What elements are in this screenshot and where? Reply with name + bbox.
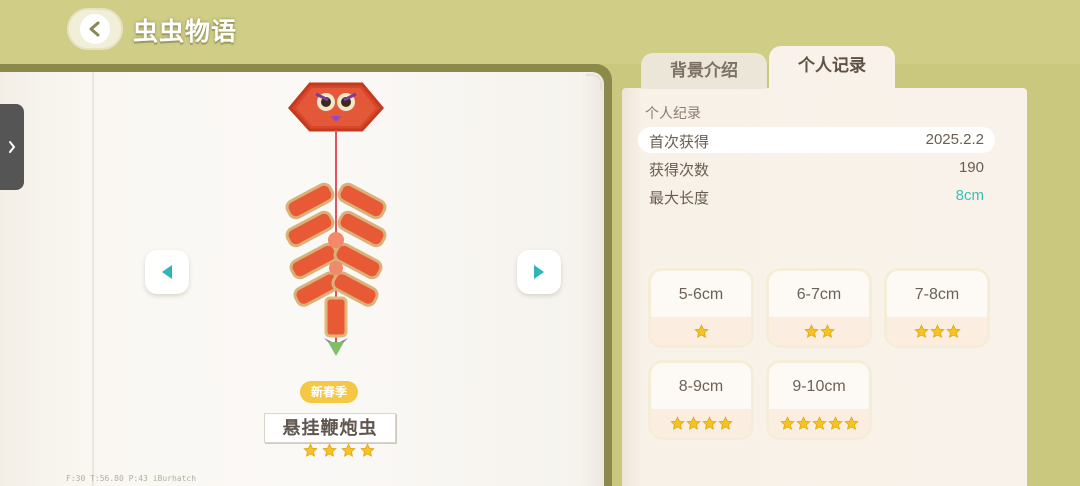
- back-button[interactable]: [67, 8, 123, 50]
- stat-value: 2025.2.2: [925, 131, 984, 148]
- star-icon: [303, 443, 318, 458]
- size-card[interactable]: 8-9cm: [648, 360, 754, 440]
- record-section-title: 个人纪录: [645, 105, 701, 121]
- stat-label: 获得次数: [649, 162, 710, 179]
- size-range-label: 8-9cm: [678, 378, 724, 395]
- stat-label: 首次获得: [649, 134, 710, 151]
- stat-row-max-length: 最大长度 8cm: [638, 183, 995, 209]
- size-stars: [651, 317, 751, 345]
- back-arrow-icon: [80, 14, 110, 44]
- star-icon: [819, 323, 835, 339]
- tab-personal-record[interactable]: 个人记录: [769, 46, 895, 88]
- chevron-right-icon: [9, 141, 16, 153]
- size-card[interactable]: 5-6cm: [648, 268, 754, 348]
- debug-overlay-text: F:30 T:56.80 P:43 iBurhatch: [66, 474, 197, 483]
- size-card[interactable]: 7-8cm: [884, 268, 990, 348]
- star-icon: [701, 415, 717, 431]
- firecracker-bug-image: [285, 82, 387, 356]
- star-icon: [779, 415, 795, 431]
- star-icon: [929, 323, 945, 339]
- star-icon: [717, 415, 733, 431]
- stat-value: 8cm: [955, 187, 984, 204]
- star-icon: [693, 323, 709, 339]
- size-range-label: 7-8cm: [914, 286, 960, 303]
- size-range-label: 5-6cm: [678, 286, 724, 303]
- next-bug-button[interactable]: [517, 250, 561, 294]
- size-stars: [769, 317, 869, 345]
- star-icon: [360, 443, 375, 458]
- stat-row-obtain-count: 获得次数 190: [638, 155, 995, 181]
- star-icon: [913, 323, 929, 339]
- star-icon: [669, 415, 685, 431]
- star-icon: [685, 415, 701, 431]
- star-icon: [795, 415, 811, 431]
- size-card[interactable]: 9-10cm: [766, 360, 872, 440]
- size-stars: [651, 409, 751, 437]
- star-icon: [827, 415, 843, 431]
- star-icon: [811, 415, 827, 431]
- triangle-right-icon: [534, 265, 544, 279]
- star-icon: [803, 323, 819, 339]
- tab-background-intro[interactable]: 背景介绍: [641, 53, 767, 89]
- bug-rarity-stars: [303, 443, 375, 458]
- stat-row-first-obtained: 首次获得 2025.2.2: [638, 127, 995, 153]
- size-stars: [887, 317, 987, 345]
- bug-name-label: 悬挂鞭炮虫: [264, 413, 396, 443]
- stat-label: 最大长度: [649, 190, 710, 207]
- size-range-label: 9-10cm: [792, 378, 846, 395]
- prev-bug-button[interactable]: [145, 250, 189, 294]
- star-icon: [843, 415, 859, 431]
- size-card[interactable]: 6-7cm: [766, 268, 872, 348]
- triangle-left-icon: [162, 265, 172, 279]
- stat-value: 190: [958, 159, 984, 176]
- season-badge: 新春季: [300, 381, 358, 403]
- side-drawer-toggle[interactable]: [0, 104, 24, 190]
- star-icon: [322, 443, 337, 458]
- page-title: 虫虫物语: [133, 18, 238, 46]
- size-stars: [769, 409, 869, 437]
- star-icon: [341, 443, 356, 458]
- star-icon: [945, 323, 961, 339]
- size-range-label: 6-7cm: [796, 286, 842, 303]
